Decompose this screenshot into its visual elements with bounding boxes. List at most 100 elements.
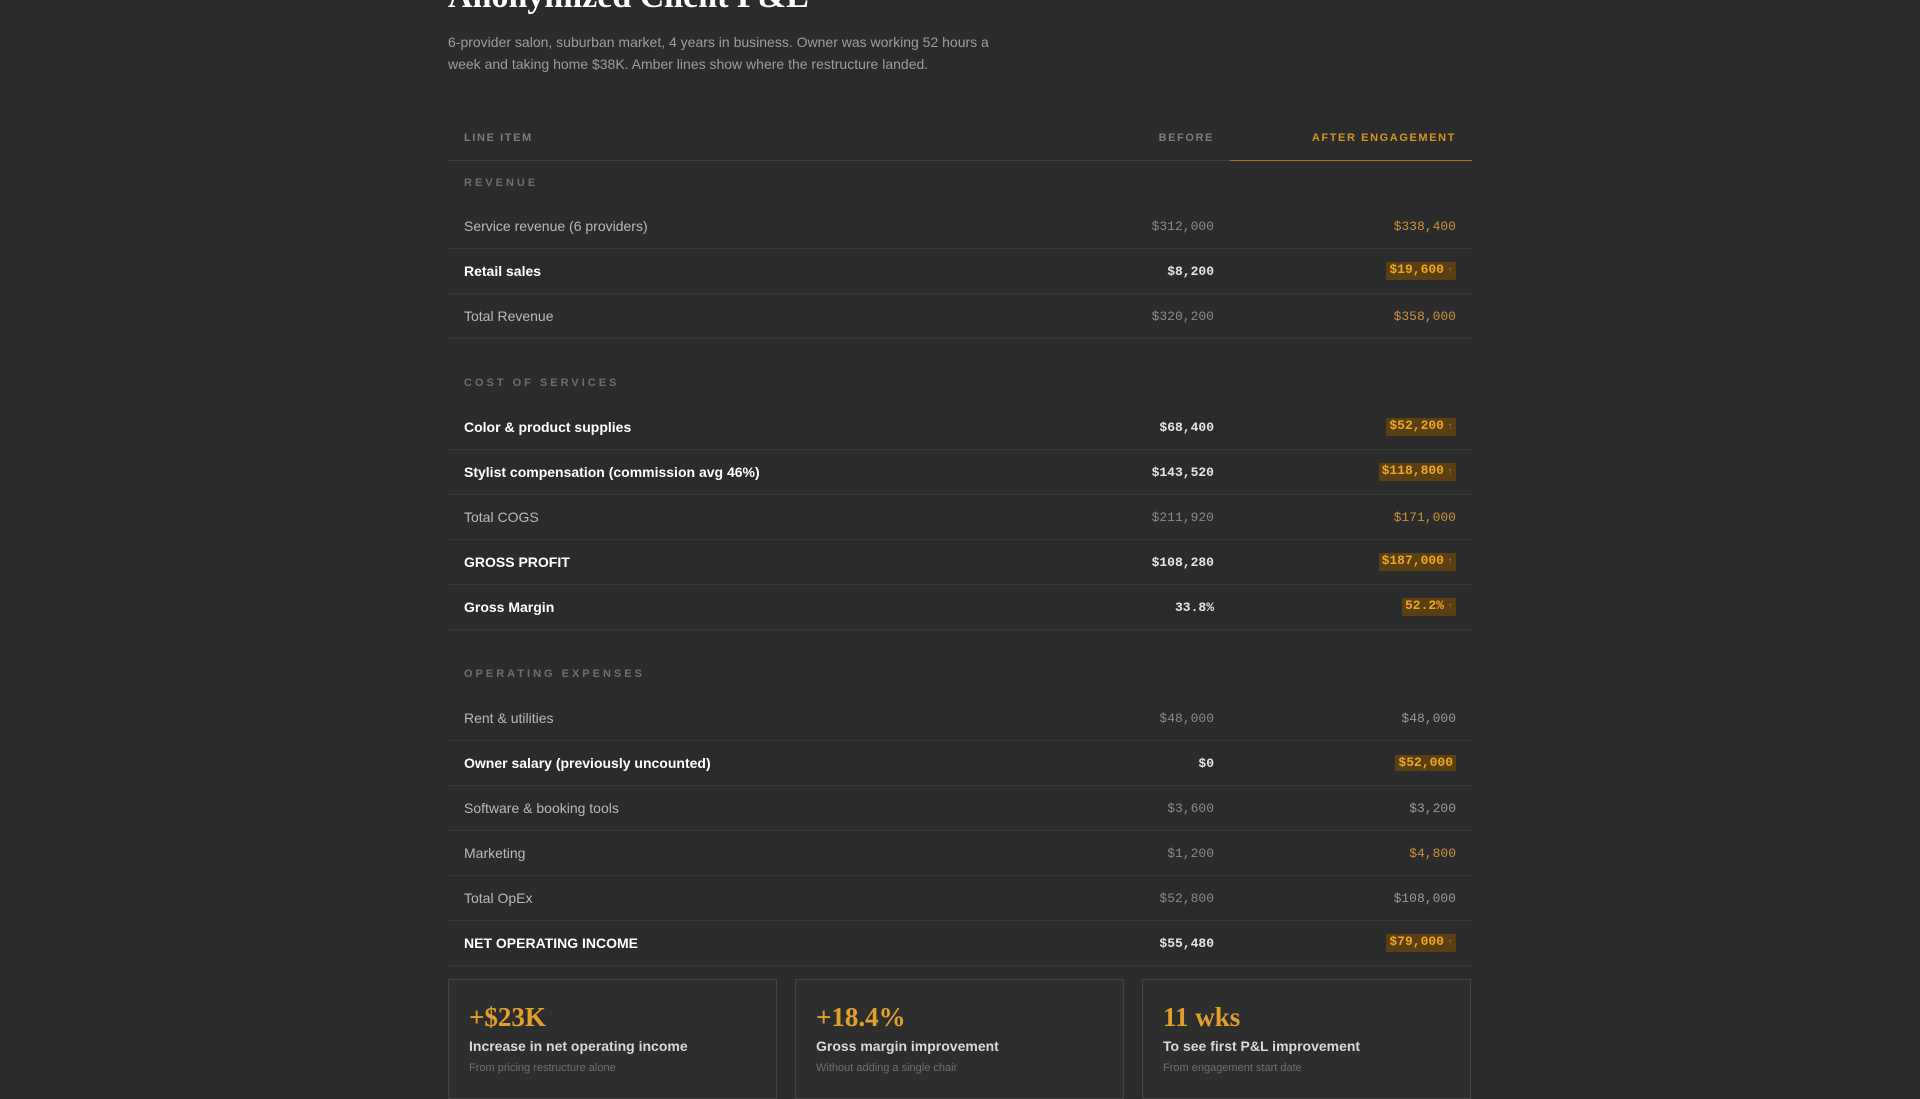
table-row: Total COGS $211,920 $171,000	[448, 494, 1472, 540]
table-row: Rent & utilities $48,000 $48,000	[448, 696, 1472, 741]
highlighted-after-value: $52,000	[1395, 755, 1456, 771]
section-label: OPERATING EXPENSES	[464, 668, 645, 680]
up-arrow-icon: ↑	[1446, 266, 1453, 277]
line-item-label: Gross Margin	[448, 584, 1000, 630]
section-label: REVENUE	[464, 176, 539, 189]
stat-label: To see first P&L improvement	[1163, 1038, 1361, 1054]
up-arrow-icon: ↑	[1446, 467, 1453, 478]
after-value: $52,000	[1398, 755, 1453, 770]
before-value: $1,200	[1000, 830, 1230, 876]
line-item-label: Marketing	[448, 830, 1000, 876]
table-row: Retail sales $8,200 $19,600 ↑	[448, 248, 1472, 294]
line-item-label: Software & booking tools	[448, 785, 1000, 831]
before-value: $3,600	[1000, 785, 1230, 831]
line-item-label: Total OpEx	[448, 875, 1000, 921]
page-title: Anonymized Client P&L	[448, 0, 809, 16]
after-value: $171,000	[1230, 494, 1472, 540]
highlighted-after-value: $187,000 ↑	[1378, 553, 1456, 571]
before-value: $68,400	[1000, 405, 1230, 450]
stat-note: From pricing restructure alone	[469, 1062, 616, 1074]
up-arrow-icon: ↑	[1446, 557, 1453, 568]
line-item-label: Color & product supplies	[448, 405, 1000, 450]
before-value: $8,200	[1000, 248, 1230, 294]
table-row: Software & booking tools $3,600 $3,200	[448, 785, 1472, 831]
before-value: $52,800	[1000, 875, 1230, 921]
after-value-cell: $79,000 ↑	[1230, 920, 1472, 966]
stat-value: +$23K	[469, 1002, 546, 1032]
stat-card-net-income: +$23K Increase in net operating income F…	[448, 979, 777, 1099]
section-revenue: REVENUE	[448, 161, 1472, 205]
table-row: GROSS PROFIT $108,280 $187,000 ↑	[448, 539, 1472, 585]
table-row: Owner salary (previously uncounted) $0 $…	[448, 740, 1472, 786]
table-header-row: Line Item Before After Engagement	[448, 115, 1472, 161]
section-cost-of-services: COST OF SERVICES	[448, 339, 1472, 406]
line-item-label: Total COGS	[448, 494, 1000, 540]
line-item-label: Stylist compensation (commission avg 46%…	[448, 449, 1000, 495]
after-value-cell: $52,200 ↑	[1230, 405, 1472, 450]
after-value-cell: $187,000 ↑	[1230, 539, 1472, 585]
before-value: $48,000	[1000, 696, 1230, 741]
after-value: $338,400	[1230, 204, 1472, 249]
table-row: Total Revenue $320,200 $358,000	[448, 293, 1472, 339]
after-value: $187,000	[1381, 553, 1444, 568]
stat-note: From engagement start date	[1163, 1062, 1302, 1074]
section-operating-expenses: OPERATING EXPENSES	[448, 630, 1472, 697]
up-arrow-icon: ↑	[1446, 422, 1453, 433]
after-value: $52,200	[1389, 418, 1444, 433]
after-value: $79,000	[1389, 934, 1444, 949]
line-item-label: Owner salary (previously uncounted)	[448, 740, 1000, 786]
highlighted-after-value: $118,800 ↑	[1378, 463, 1456, 481]
before-value: $211,920	[1000, 494, 1230, 540]
before-value: $55,480	[1000, 920, 1230, 966]
after-value-cell: 52.2% ↑	[1230, 584, 1472, 630]
before-value: $143,520	[1000, 449, 1230, 495]
table-row: NET OPERATING INCOME $55,480 $79,000 ↑	[448, 920, 1472, 966]
after-value: $3,200	[1230, 785, 1472, 831]
after-value: $108,000	[1230, 875, 1472, 921]
after-value-cell: $118,800 ↑	[1230, 449, 1472, 495]
column-header-before: Before	[1000, 115, 1230, 161]
after-value: $358,000	[1230, 293, 1472, 339]
page-subtitle: 6-provider salon, suburban market, 4 yea…	[448, 34, 989, 72]
line-item-label: Retail sales	[448, 248, 1000, 294]
column-header-line-item: Line Item	[448, 115, 1000, 161]
highlighted-after-value: 52.2% ↑	[1401, 598, 1456, 616]
after-value: $48,000	[1230, 696, 1472, 741]
before-value: $108,280	[1000, 539, 1230, 585]
column-header-after: After Engagement	[1230, 115, 1472, 161]
highlighted-after-value: $19,600 ↑	[1386, 262, 1456, 280]
table-row: Color & product supplies $68,400 $52,200…	[448, 405, 1472, 450]
stat-label: Gross margin improvement	[816, 1038, 999, 1054]
section-label: COST OF SERVICES	[464, 377, 620, 389]
after-value: 52.2%	[1404, 598, 1444, 613]
line-item-label: Service revenue (6 providers)	[448, 204, 1000, 249]
after-value: $4,800	[1230, 830, 1472, 876]
table-row: Stylist compensation (commission avg 46%…	[448, 449, 1472, 495]
stat-card-time-to-improvement: 11 wks To see first P&L improvement From…	[1142, 979, 1471, 1099]
before-value: $312,000	[1000, 204, 1230, 249]
line-item-label: NET OPERATING INCOME	[448, 920, 1000, 966]
stat-label: Increase in net operating income	[469, 1038, 688, 1054]
line-item-label: Total Revenue	[448, 293, 1000, 339]
after-value-cell: $52,000	[1230, 740, 1472, 786]
up-arrow-icon: ↑	[1446, 938, 1453, 949]
stat-card-gross-margin: +18.4% Gross margin improvement Without …	[795, 979, 1124, 1099]
table-row: Gross Margin 33.8% 52.2% ↑	[448, 584, 1472, 630]
summary-cards: +$23K Increase in net operating income F…	[448, 979, 1472, 1099]
after-value: $19,600	[1389, 262, 1444, 277]
line-item-label: GROSS PROFIT	[448, 539, 1000, 585]
after-value-cell: $19,600 ↑	[1230, 248, 1472, 294]
table-row: Total OpEx $52,800 $108,000	[448, 875, 1472, 921]
before-value: $320,200	[1000, 293, 1230, 339]
pl-table: Line Item Before After Engagement REVENU…	[448, 115, 1472, 966]
table-row: Marketing $1,200 $4,800	[448, 830, 1472, 876]
before-value: $0	[1000, 740, 1230, 786]
before-value: 33.8%	[1000, 584, 1230, 630]
table-row: Service revenue (6 providers) $312,000 $…	[448, 204, 1472, 249]
highlighted-after-value: $52,200 ↑	[1386, 418, 1456, 436]
after-value: $118,800	[1381, 463, 1444, 478]
stat-note: Without adding a single chair	[816, 1062, 958, 1074]
stat-value: 11 wks	[1163, 1002, 1241, 1032]
highlighted-after-value: $79,000 ↑	[1386, 934, 1456, 952]
stat-value: +18.4%	[816, 1002, 906, 1032]
